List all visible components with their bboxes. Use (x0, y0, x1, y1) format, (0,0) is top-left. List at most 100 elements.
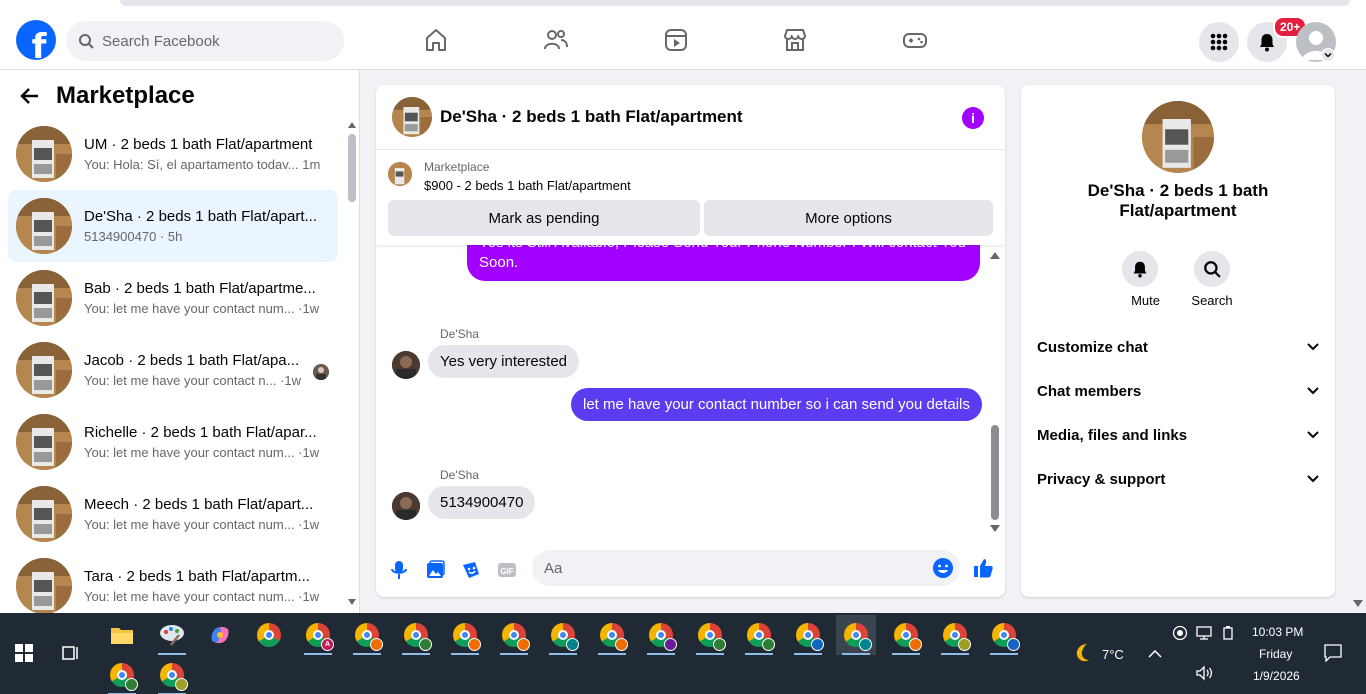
video-icon[interactable] (663, 27, 689, 53)
mute-button[interactable]: Mute (1120, 251, 1160, 308)
taskbar-chrome-profile[interactable] (984, 615, 1024, 655)
taskbar-chrome-profile[interactable] (543, 615, 583, 655)
details-avatar[interactable] (1142, 101, 1214, 173)
incoming-message[interactable]: Yes very interested (428, 345, 580, 378)
home-icon[interactable] (423, 27, 449, 53)
notification-center-icon[interactable] (1324, 644, 1342, 662)
conversation-item[interactable]: Jacob · 2 beds 1 bath Flat/apa... You: le… (8, 334, 338, 406)
incoming-message[interactable]: 5134900470 (428, 486, 536, 519)
scroll-down-icon[interactable] (1353, 600, 1363, 607)
sender-avatar[interactable] (392, 351, 420, 379)
thumbs-up-icon[interactable] (972, 557, 994, 579)
speaker-icon[interactable] (1195, 665, 1213, 681)
sender-avatar[interactable] (392, 492, 420, 520)
outgoing-message[interactable]: Yes its Still Available, Please Send You… (467, 245, 980, 281)
weather-temperature[interactable]: 7°C (1102, 647, 1124, 662)
message-input[interactable]: Aa (532, 550, 960, 586)
mute-label: Mute (1131, 293, 1160, 308)
menu-grid-button[interactable] (1199, 22, 1239, 62)
sticker-icon[interactable] (460, 559, 482, 581)
outgoing-message[interactable]: let me have your contact number so i can… (571, 388, 982, 421)
network-icon[interactable] (1195, 625, 1213, 641)
conversation-item[interactable]: Meech · 2 beds 1 bath Flat/apart... You: … (8, 478, 338, 550)
gif-icon[interactable]: GIF (496, 559, 518, 581)
taskbar-copilot[interactable] (200, 615, 240, 655)
chrome-icon (551, 623, 579, 651)
taskbar-chrome-profile[interactable] (886, 615, 926, 655)
back-arrow-icon[interactable] (20, 86, 40, 106)
task-view-button[interactable] (51, 633, 91, 673)
gaming-icon[interactable] (902, 27, 928, 53)
taskbar-chrome[interactable] (249, 615, 289, 655)
grid-icon (1210, 33, 1228, 51)
battery-icon[interactable] (1221, 625, 1235, 641)
chevron-down-icon (1307, 431, 1319, 439)
conversation-item[interactable]: UM · 2 beds 1 bath Flat/apartment You: Ho… (8, 118, 338, 190)
conversation-preview: You: Hola: Sí, el apartamento todav... 1… (84, 157, 320, 172)
search-label: Search (1191, 293, 1233, 308)
profile-avatar-badge (615, 638, 628, 651)
clock-time[interactable]: 10:03 PM (1252, 625, 1303, 639)
search-facebook-input[interactable]: Search Facebook (66, 21, 344, 61)
taskbar-paint-app[interactable] (152, 615, 192, 655)
conversation-preview: You: let me have your contact num... ·1w (84, 301, 320, 316)
conversation-item-active[interactable]: De'Sha · 2 beds 1 bath Flat/apart... 5134… (8, 190, 338, 262)
taskbar-chrome-profile[interactable] (445, 615, 485, 655)
taskbar-chrome-profile[interactable] (102, 655, 142, 694)
taskbar-chrome-profile[interactable] (494, 615, 534, 655)
taskbar-chrome-profile[interactable] (396, 615, 436, 655)
scroll-down-icon[interactable] (990, 525, 1000, 532)
privacy-support-section[interactable]: Privacy & support (1037, 467, 1319, 491)
taskbar-chrome-profile[interactable] (788, 615, 828, 655)
search-in-chat-button[interactable]: Search (1191, 251, 1233, 308)
chat-title[interactable]: De'Sha · 2 beds 1 bath Flat/apartment (440, 107, 743, 127)
moon-weather-icon[interactable] (1071, 641, 1095, 665)
info-icon[interactable]: i (962, 107, 984, 129)
taskbar-chrome-profile[interactable] (690, 615, 730, 655)
sidebar-scrollbar[interactable] (348, 122, 356, 607)
start-button[interactable] (4, 633, 44, 673)
page-scrollbar[interactable] (1350, 70, 1366, 613)
paint-palette-icon (160, 625, 184, 646)
microphone-icon[interactable] (388, 559, 410, 581)
marketplace-icon[interactable] (782, 27, 808, 53)
show-hidden-icons-chevron-icon[interactable] (1148, 650, 1162, 658)
facebook-logo-icon[interactable]: f (16, 20, 56, 60)
friends-icon[interactable] (543, 27, 569, 53)
record-icon[interactable] (1172, 625, 1188, 641)
scroll-up-icon[interactable] (990, 252, 1000, 259)
listing-price-title[interactable]: $900 - 2 beds 1 bath Flat/apartment (424, 178, 631, 193)
taskbar-chrome-profile[interactable] (641, 615, 681, 655)
chat-scroll-thumb[interactable] (991, 425, 999, 520)
taskbar-chrome-profile-focused[interactable] (836, 615, 876, 655)
sidebar-scroll-thumb[interactable] (348, 134, 356, 202)
taskbar-chrome-profile[interactable] (592, 615, 632, 655)
conversation-item[interactable]: Richelle · 2 beds 1 bath Flat/apar... You… (8, 406, 338, 478)
clock-date[interactable]: 1/9/2026 (1253, 669, 1300, 683)
customize-chat-section[interactable]: Customize chat (1037, 335, 1319, 359)
scroll-down-icon[interactable] (348, 599, 356, 605)
chat-members-section[interactable]: Chat members (1037, 379, 1319, 403)
photo-icon[interactable] (424, 559, 446, 581)
taskbar-chrome-profile[interactable] (935, 615, 975, 655)
windows-taskbar: A 7°C 10:03 PM Friday 1/9/2026 (0, 613, 1366, 694)
media-files-links-section[interactable]: Media, files and links (1037, 423, 1319, 447)
taskbar-chrome-profile[interactable] (152, 655, 192, 694)
profile-avatar-badge (664, 638, 677, 651)
conversation-item[interactable]: Tara · 2 beds 1 bath Flat/apartm... You: … (8, 550, 338, 613)
chat-scrollbar[interactable] (990, 250, 1000, 535)
listing-mini-thumbnail (388, 162, 412, 186)
taskbar-chrome-profile[interactable] (347, 615, 387, 655)
taskbar-file-explorer[interactable] (102, 615, 142, 655)
taskbar-chrome-profile[interactable]: A (298, 615, 338, 655)
scroll-up-icon[interactable] (348, 122, 356, 128)
profile-avatar-badge (859, 638, 872, 651)
taskbar-chrome-profile[interactable] (739, 615, 779, 655)
account-chevron-icon[interactable] (1321, 48, 1335, 62)
mark-as-pending-button[interactable]: Mark as pending (388, 200, 700, 236)
conversation-item[interactable]: Bab · 2 beds 1 bath Flat/apartme... You: … (8, 262, 338, 334)
clock-day[interactable]: Friday (1259, 647, 1292, 661)
more-options-button[interactable]: More options (704, 200, 993, 236)
chat-listing-avatar[interactable] (392, 97, 432, 137)
emoji-icon[interactable] (932, 557, 954, 579)
